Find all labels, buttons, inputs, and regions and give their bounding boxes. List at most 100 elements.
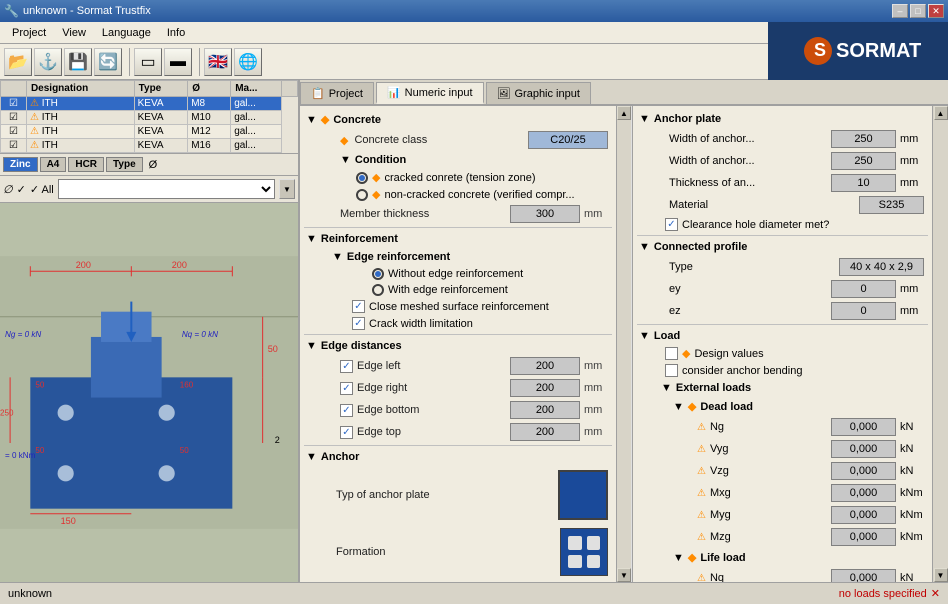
col-header-check — [1, 81, 27, 97]
ng-value[interactable]: 0,000 — [831, 418, 896, 436]
filter-tab-hcr[interactable]: HCR — [68, 157, 104, 172]
menu-project[interactable]: Project — [4, 25, 54, 41]
cp-type-value[interactable]: 40 x 40 x 2,9 — [839, 258, 924, 276]
concrete-class-value[interactable]: C20/25 — [528, 131, 608, 149]
condition-section-label: Condition — [355, 154, 406, 166]
edge-left-value[interactable]: 200 — [510, 357, 580, 375]
toolbar-refresh-btn[interactable]: 🔄 — [94, 48, 122, 76]
menu-language[interactable]: Language — [94, 25, 159, 41]
edge-top-value[interactable]: 200 — [510, 423, 580, 441]
anchor-bending-check[interactable] — [665, 364, 678, 377]
toolbar-save-btn[interactable]: 💾 — [64, 48, 92, 76]
anchor-plate-section-header[interactable]: ▼ Anchor plate — [637, 110, 928, 128]
dead-load-header[interactable]: ▼ ◆ Dead load — [653, 397, 928, 416]
close-button[interactable]: ✕ — [928, 4, 944, 18]
non-cracked-radio-row[interactable]: ◆ non-cracked concrete (verified compr..… — [320, 186, 612, 203]
anchor-plate-image[interactable] — [558, 470, 608, 520]
mxg-value[interactable]: 0,000 — [831, 484, 896, 502]
anchor-section-header[interactable]: ▼ Anchor — [304, 448, 612, 466]
ap-clearance-row[interactable]: ✓ Clearance hole diameter met? — [653, 216, 928, 233]
edge-right-value[interactable]: 200 — [510, 379, 580, 397]
crack-width-row[interactable]: ✓ Crack width limitation — [320, 315, 612, 332]
ap-thickness-value[interactable]: 10 — [831, 174, 896, 192]
row-check-2[interactable]: ☑ — [1, 125, 27, 139]
menu-view[interactable]: View — [54, 25, 94, 41]
vzg-value[interactable]: 0,000 — [831, 462, 896, 480]
r-scroll-up-btn[interactable]: ▲ — [934, 106, 948, 120]
edge-distances-header[interactable]: ▼ Edge distances — [304, 337, 612, 355]
external-loads-header[interactable]: ▼ External loads — [653, 379, 928, 397]
left-scrollbar[interactable]: ▲ ▼ — [616, 106, 632, 582]
toolbar-open-btn[interactable]: 📂 — [4, 48, 32, 76]
scroll-up-btn[interactable]: ▲ — [617, 106, 631, 120]
ap-material-value[interactable]: S235 — [859, 196, 924, 214]
filter-tab-zinc[interactable]: Zinc — [3, 157, 38, 172]
toolbar-flag-btn[interactable]: 🇬🇧 — [204, 48, 232, 76]
edge-bottom-value[interactable]: 200 — [510, 401, 580, 419]
menu-info[interactable]: Info — [159, 25, 193, 41]
live-load-header[interactable]: ▼ ◆ Life load — [653, 548, 928, 567]
title-bar-controls[interactable]: – □ ✕ — [892, 4, 944, 18]
connected-profile-header[interactable]: ▼ Connected profile — [637, 238, 928, 256]
design-values-check[interactable] — [665, 347, 678, 360]
toolbar-view1-btn[interactable]: ▭ — [134, 48, 162, 76]
tab-numeric-input[interactable]: 📊 Numeric input — [376, 82, 484, 104]
concrete-section-header[interactable]: ▼ ◆ Concrete — [304, 110, 612, 129]
tab-graphic-input[interactable]: 🖼 Graphic input — [486, 82, 591, 104]
nq-value[interactable]: 0,000 — [831, 569, 896, 582]
crack-width-check[interactable]: ✓ — [352, 317, 365, 330]
reinforcement-section-header[interactable]: ▼ Reinforcement — [304, 230, 612, 248]
r-scroll-down-btn[interactable]: ▼ — [934, 568, 948, 582]
with-edge-row[interactable]: With edge reinforcement — [320, 282, 612, 298]
scroll-down-btn[interactable]: ▼ — [279, 179, 295, 199]
scroll-down-btn[interactable]: ▼ — [617, 568, 631, 582]
non-cracked-radio[interactable] — [356, 189, 368, 201]
right-scrollbar[interactable]: ▲ ▼ — [932, 106, 948, 582]
svg-text:150: 150 — [61, 516, 76, 526]
ap-width1-value[interactable]: 250 — [831, 130, 896, 148]
close-status-icon[interactable]: ✕ — [931, 587, 940, 600]
minimize-button[interactable]: – — [892, 4, 908, 18]
condition-section-header[interactable]: ▼ Condition — [320, 151, 612, 169]
edge-left-check[interactable]: ✓ — [340, 360, 353, 373]
table-row[interactable]: ☑ ⚠ ITH KEVA M16 gal... — [1, 139, 298, 153]
toolbar-globe-btn[interactable]: 🌐 — [234, 48, 262, 76]
load-section-header[interactable]: ▼ Load — [637, 327, 928, 345]
without-edge-radio[interactable] — [372, 268, 384, 280]
table-row[interactable]: ☑ ⚠ ITH KEVA M8 gal... — [1, 97, 298, 111]
formation-image[interactable] — [560, 528, 608, 576]
filter-tab-a4[interactable]: A4 — [40, 157, 67, 172]
maximize-button[interactable]: □ — [910, 4, 926, 18]
anchor-bending-row[interactable]: consider anchor bending — [653, 362, 928, 379]
table-row[interactable]: ☑ ⚠ ITH KEVA M10 gal... — [1, 111, 298, 125]
toolbar-anchor-btn[interactable]: ⚓ — [34, 48, 62, 76]
design-values-row[interactable]: ◆ Design values — [653, 345, 928, 362]
filter-dropdown[interactable] — [58, 179, 275, 199]
cp-ez-value[interactable]: 0 — [831, 302, 896, 320]
mzg-value[interactable]: 0,000 — [831, 528, 896, 546]
tab-project[interactable]: 📋 Project — [300, 82, 374, 104]
edge-reinf-header[interactable]: ▼ Edge reinforcement — [320, 248, 612, 266]
row-check-0[interactable]: ☑ — [1, 97, 27, 111]
close-mesh-row[interactable]: ✓ Close meshed surface reinforcement — [320, 298, 612, 315]
cracked-radio-row[interactable]: ◆ cracked conrete (tension zone) — [320, 169, 612, 186]
ap-clearance-label: Clearance hole diameter met? — [682, 219, 829, 231]
ap-width2-value[interactable]: 250 — [831, 152, 896, 170]
toolbar-view2-btn[interactable]: ▬ — [164, 48, 192, 76]
row-check-3[interactable]: ☑ — [1, 139, 27, 153]
member-thickness-value[interactable]: 300 — [510, 205, 580, 223]
edge-right-check[interactable]: ✓ — [340, 382, 353, 395]
table-row[interactable]: ☑ ⚠ ITH KEVA M12 gal... — [1, 125, 298, 139]
edge-top-check[interactable]: ✓ — [340, 426, 353, 439]
edge-bottom-check[interactable]: ✓ — [340, 404, 353, 417]
with-edge-radio[interactable] — [372, 284, 384, 296]
myg-value[interactable]: 0,000 — [831, 506, 896, 524]
filter-tab-type[interactable]: Type — [106, 157, 143, 172]
vyg-value[interactable]: 0,000 — [831, 440, 896, 458]
without-edge-row[interactable]: Without edge reinforcement — [320, 266, 612, 282]
row-check-1[interactable]: ☑ — [1, 111, 27, 125]
close-mesh-check[interactable]: ✓ — [352, 300, 365, 313]
ap-clearance-check[interactable]: ✓ — [665, 218, 678, 231]
cp-ey-value[interactable]: 0 — [831, 280, 896, 298]
cracked-radio[interactable] — [356, 172, 368, 184]
